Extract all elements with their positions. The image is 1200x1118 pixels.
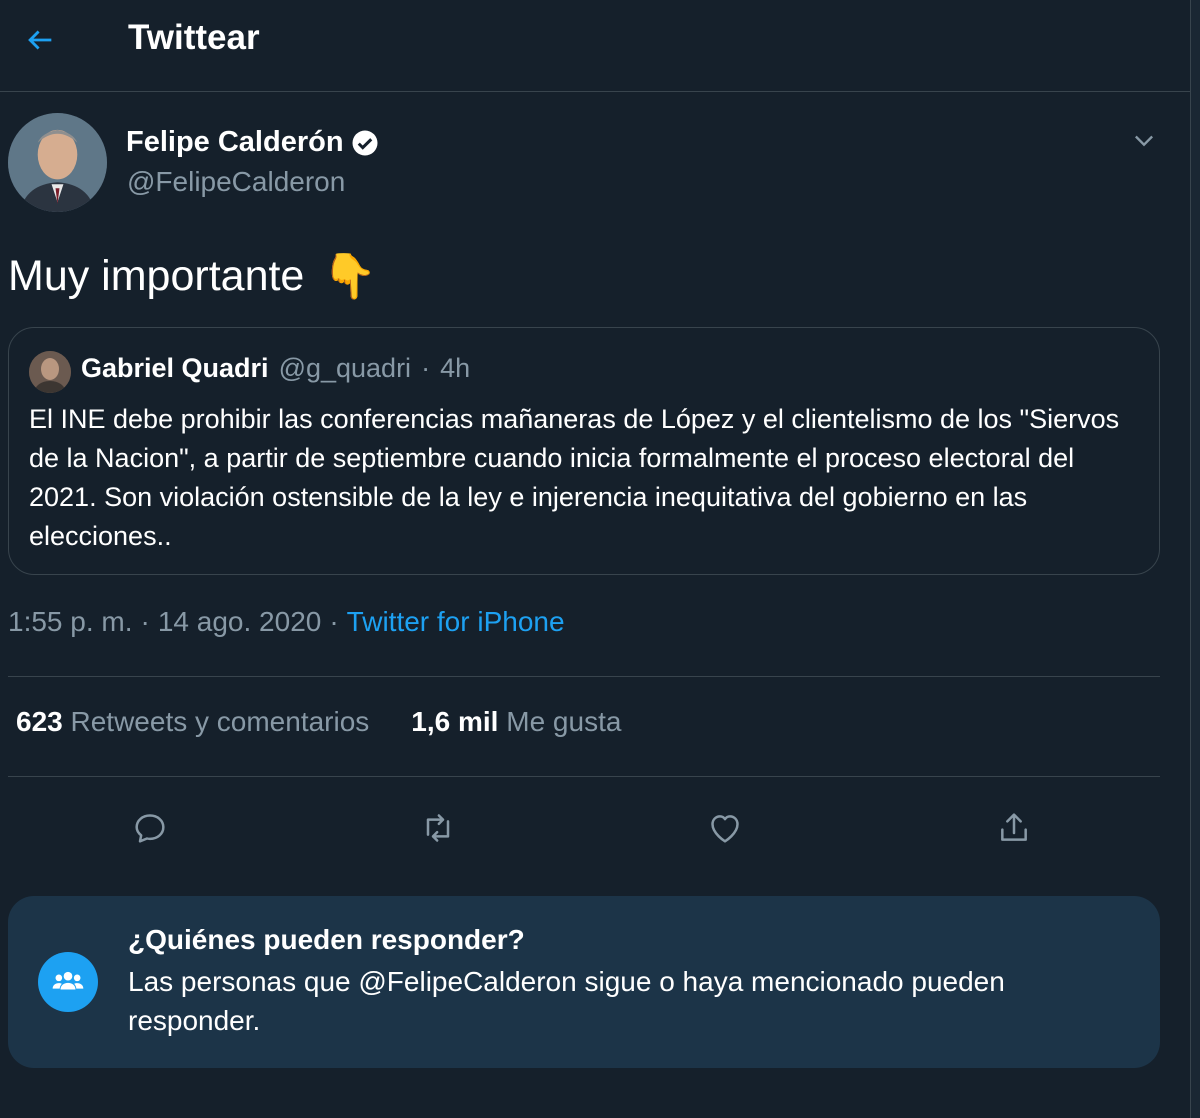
page-title: Twittear — [128, 18, 260, 57]
header: Twittear — [0, 0, 1190, 92]
retweets-label: Retweets y comentarios — [70, 706, 370, 737]
tweet-body: Muy importante — [8, 252, 305, 300]
quoted-author-avatar — [29, 351, 71, 393]
share-icon — [1001, 813, 1027, 841]
separator-dot: · — [421, 353, 431, 383]
people-icon — [52, 971, 84, 990]
reply-icon — [135, 814, 165, 843]
chevron-down-icon — [1135, 135, 1153, 147]
quoted-tweet-card[interactable]: Gabriel Quadri @g_quadri · 4h El INE deb… — [8, 327, 1160, 575]
who-can-reply-notice: ¿Quiénes pueden responder? Las personas … — [8, 896, 1160, 1068]
likes-label: Me gusta — [506, 706, 622, 737]
share-button[interactable] — [986, 800, 1042, 856]
tweet-time: 1:55 p. m. — [8, 606, 133, 637]
tweet-date[interactable]: 14 ago. 2020 — [158, 606, 322, 638]
tweet-stats: 623 Retweets y comentarios 1,6 mil Me gu… — [16, 706, 621, 738]
quoted-tweet-text: El INE debe prohibir las conferencias ma… — [29, 404, 1120, 551]
author-handle[interactable]: @FelipeCalderon — [127, 166, 345, 198]
divider — [8, 676, 1160, 677]
more-options-button[interactable] — [1124, 120, 1164, 160]
quoted-tweet-header: Gabriel Quadri @g_quadri · 4h — [81, 353, 470, 384]
quoted-author-name: Gabriel Quadri — [81, 353, 269, 383]
like-icon — [711, 815, 739, 843]
divider — [8, 776, 1160, 777]
avatar-photo — [29, 351, 71, 393]
author-name-row[interactable]: Felipe Calderón — [126, 126, 380, 159]
tweet-source-link[interactable]: Twitter for iPhone — [347, 606, 565, 638]
retweets-count: 623 — [16, 706, 63, 737]
arrow-left-icon — [28, 30, 52, 50]
author-name: Felipe Calderón — [126, 126, 344, 158]
scrollbar-track[interactable] — [1190, 0, 1200, 1118]
retweet-icon — [426, 814, 450, 842]
tweet-text: Muy importante 👇 — [8, 252, 377, 301]
notice-title: ¿Quiénes pueden responder? — [128, 924, 525, 955]
like-button[interactable] — [697, 800, 753, 856]
retweet-button[interactable] — [410, 800, 466, 856]
tweet-detail-page: Twittear Felipe Calderón @FelipeCalderon… — [0, 0, 1200, 1118]
likes-stat[interactable]: 1,6 mil Me gusta — [411, 706, 621, 738]
tweet-meta: 1:55 p. m. · 14 ago. 2020 · Twitter for … — [8, 606, 565, 638]
likes-count: 1,6 mil — [411, 706, 499, 737]
reply-button[interactable] — [122, 800, 178, 856]
separator-dot: · — [329, 606, 339, 637]
notice-icon-circle — [38, 952, 98, 1012]
verified-badge-icon — [352, 130, 378, 155]
avatar-photo — [8, 113, 107, 212]
separator-dot: · — [140, 606, 150, 637]
quoted-author-handle: @g_quadri — [278, 353, 412, 383]
notice-body: Las personas que @FelipeCalderon sigue o… — [128, 966, 1005, 1036]
retweets-stat[interactable]: 623 Retweets y comentarios — [16, 706, 369, 738]
author-avatar[interactable] — [8, 113, 107, 212]
pointing-down-emoji: 👇 — [322, 251, 378, 301]
quoted-time: 4h — [440, 353, 471, 383]
back-button[interactable] — [12, 16, 68, 64]
